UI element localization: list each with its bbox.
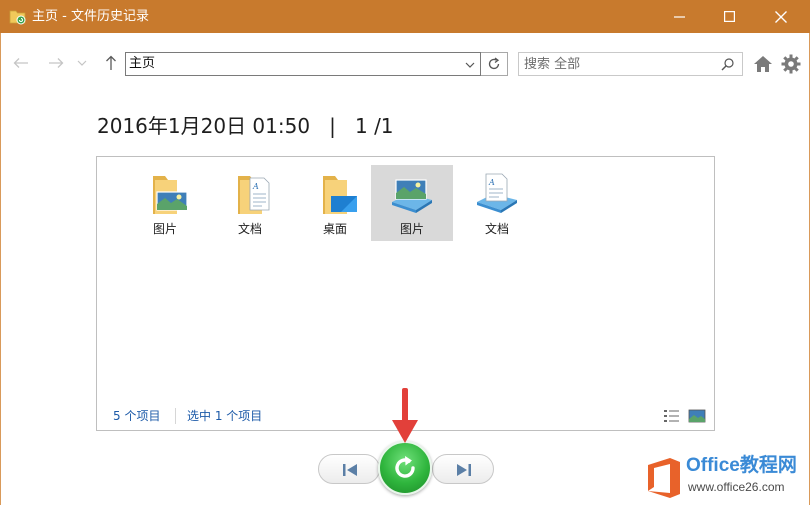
large-icons-view-icon[interactable] [688, 408, 706, 424]
desktop-folder-icon [323, 176, 357, 214]
refresh-icon [488, 57, 500, 70]
window-title: 主页 - 文件历史记录 [32, 9, 149, 24]
office-logo-icon [648, 458, 680, 498]
minimize-icon [673, 16, 685, 18]
address-dropdown-icon[interactable] [464, 59, 476, 71]
svg-text:A: A [488, 178, 495, 187]
snapshot-heading: 2016年1月20日 01:50 | 1 /1 [97, 113, 394, 139]
item-count: 5 个项目 [113, 409, 161, 423]
file-item[interactable]: 图片 [124, 165, 206, 241]
heading-separator: | [329, 114, 336, 138]
maximize-button[interactable] [706, 0, 752, 33]
forward-arrow-icon [49, 58, 64, 68]
gear-icon[interactable] [780, 53, 802, 75]
documents-folder-icon: A [238, 176, 270, 214]
skip-next-icon [457, 464, 471, 476]
up-arrow-icon [106, 55, 116, 70]
file-history-app-icon [9, 10, 26, 25]
status-divider [175, 408, 176, 424]
maximize-icon [723, 11, 735, 22]
address-text: 主页 [129, 56, 156, 71]
back-arrow-icon [13, 58, 28, 68]
title-bar: 主页 - 文件历史记录 [0, 0, 810, 33]
close-icon [775, 10, 787, 23]
back-button[interactable] [10, 52, 32, 74]
recent-locations-button[interactable] [73, 52, 91, 74]
up-button[interactable] [100, 52, 122, 74]
file-item-label: 图片 [399, 222, 424, 236]
file-item[interactable]: A 文档 [456, 165, 538, 241]
close-button[interactable] [758, 0, 804, 33]
file-item[interactable]: A 文档 [209, 165, 291, 241]
address-bar[interactable]: 主页 [125, 52, 481, 76]
skip-previous-icon [343, 464, 357, 476]
svg-text:A: A [252, 182, 259, 191]
refresh-button[interactable] [481, 52, 508, 76]
minimize-button[interactable] [656, 0, 702, 33]
chevron-down-icon [77, 60, 87, 66]
home-icon[interactable] [752, 53, 774, 75]
previous-version-button[interactable] [318, 454, 380, 484]
file-item-selected[interactable]: 图片 [371, 165, 453, 241]
pictures-folder-icon [153, 176, 188, 214]
restore-button[interactable] [378, 441, 432, 495]
restore-icon [395, 456, 415, 478]
pictures-library-icon [392, 179, 432, 213]
annotation-arrow-icon [392, 388, 418, 443]
details-view-icon[interactable] [663, 408, 681, 424]
file-item[interactable]: 桌面 [294, 165, 376, 241]
watermark-url: www.office26.com [688, 480, 785, 494]
selection-count: 选中 1 个项目 [187, 409, 263, 423]
file-item-label: 图片 [152, 222, 177, 236]
snapshot-date: 2016年1月20日 01:50 [97, 114, 311, 138]
search-placeholder: 搜索 全部 [524, 57, 581, 72]
forward-button[interactable] [45, 52, 67, 74]
search-box[interactable]: 搜索 全部 [518, 52, 743, 76]
file-item-label: 文档 [237, 222, 262, 236]
documents-library-icon: A [477, 173, 517, 213]
window-frame-left [0, 33, 1, 505]
file-item-label: 文档 [484, 222, 509, 236]
file-item-label: 桌面 [322, 222, 347, 236]
search-icon[interactable] [721, 58, 734, 71]
snapshot-page-indicator: 1 /1 [354, 114, 394, 138]
next-version-button[interactable] [432, 454, 494, 484]
watermark: Office教程网 www.office26.com [644, 452, 810, 505]
watermark-brand: Office教程网 [686, 455, 797, 476]
